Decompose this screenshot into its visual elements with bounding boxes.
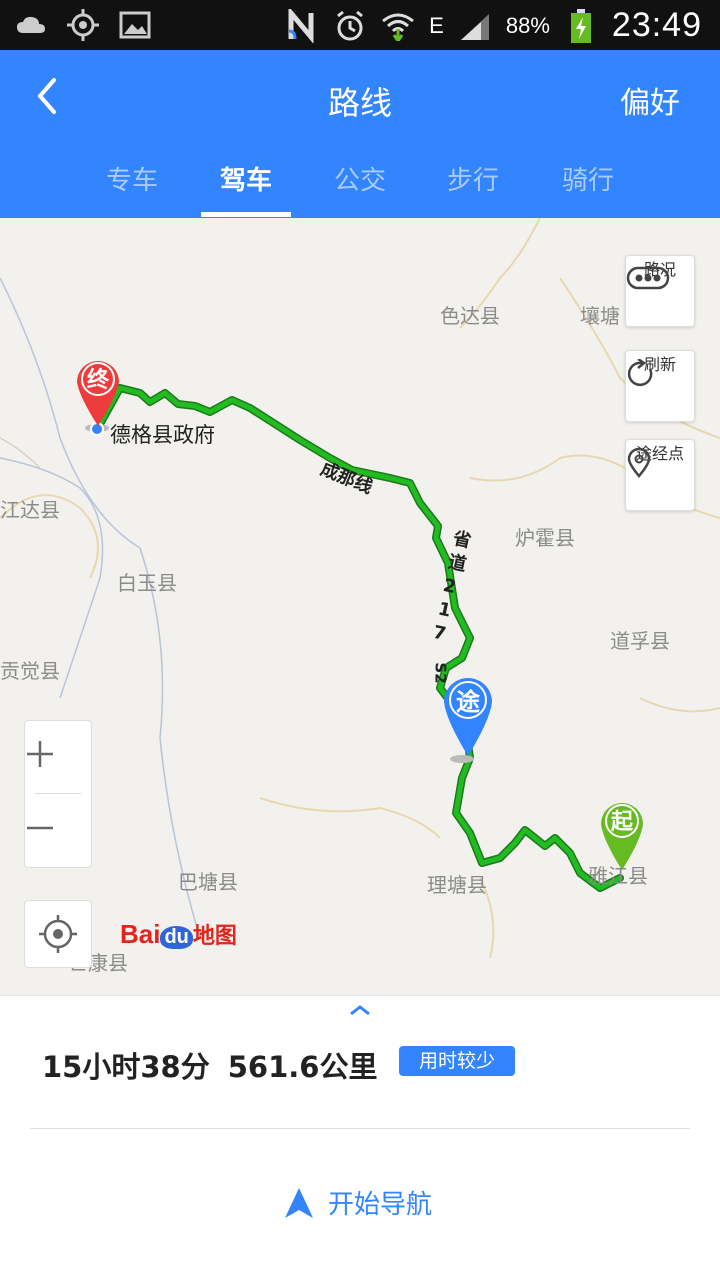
place-label: 炉霍县 bbox=[515, 526, 575, 550]
place-label: 贡觉县 bbox=[0, 659, 60, 683]
tab-transit[interactable]: 公交 bbox=[305, 160, 415, 197]
image-icon bbox=[118, 8, 152, 42]
route-duration: 15小时38分 bbox=[42, 1050, 210, 1084]
tab-walking[interactable]: 步行 bbox=[418, 160, 528, 197]
traffic-button[interactable]: 路况 bbox=[625, 255, 695, 327]
chevron-up-icon bbox=[350, 1005, 370, 1016]
location-pin-icon bbox=[627, 448, 651, 478]
zoom-divider bbox=[35, 793, 81, 794]
minus-icon bbox=[27, 826, 53, 830]
map-view[interactable]: 终 途 起 色达县 壤塘 德格县政府 江达县 炉霍县 白玉县 道孚县 贡觉县 巴… bbox=[0, 218, 720, 995]
place-label: 道孚县 bbox=[610, 629, 670, 653]
preferences-button[interactable]: 偏好 bbox=[620, 78, 680, 122]
end-marker-label: 终 bbox=[86, 368, 109, 393]
signal-icon bbox=[458, 9, 492, 43]
locate-button[interactable] bbox=[24, 900, 92, 968]
zoom-out-button[interactable] bbox=[25, 795, 91, 865]
navigation-arrow-icon bbox=[285, 1187, 313, 1218]
via-marker-label: 途 bbox=[456, 688, 480, 716]
divider bbox=[30, 1128, 690, 1129]
start-navigation-label: 开始导航 bbox=[328, 1190, 433, 1220]
active-tab-indicator bbox=[201, 212, 291, 217]
route-badge: 用时较少 bbox=[399, 1046, 515, 1076]
tab-cycling[interactable]: 骑行 bbox=[533, 160, 643, 197]
status-bar: E 88% 23:49 bbox=[0, 0, 720, 50]
gps-icon bbox=[66, 8, 100, 42]
traffic-icon bbox=[626, 266, 670, 290]
place-label: 理塘县 bbox=[427, 873, 487, 897]
page-title: 路线 bbox=[327, 84, 392, 122]
nfc-icon bbox=[285, 8, 319, 43]
end-marker[interactable]: 终 bbox=[73, 356, 123, 428]
place-label: 德格县政府 bbox=[110, 423, 215, 447]
route-summary: 15小时38分 561.6公里 bbox=[42, 1044, 395, 1086]
mode-tabs: 专车 驾车 公交 步行 骑行 bbox=[0, 150, 720, 218]
zoom-in-button[interactable] bbox=[25, 721, 91, 791]
place-label: 江达县 bbox=[0, 498, 60, 522]
place-label: 巴塘县 bbox=[178, 870, 238, 894]
tab-car-hailing[interactable]: 专车 bbox=[77, 160, 187, 197]
route-summary-panel: 15小时38分 561.6公里 用时较少 开始导航 bbox=[0, 995, 720, 1281]
route-distance: 561.6公里 bbox=[227, 1050, 378, 1084]
cloud-icon bbox=[14, 8, 48, 42]
place-label: 白玉县 bbox=[117, 571, 177, 595]
start-navigation-button[interactable]: 开始导航 bbox=[282, 1184, 432, 1221]
refresh-icon bbox=[627, 359, 653, 387]
wifi-icon bbox=[381, 9, 415, 43]
battery-icon bbox=[564, 8, 598, 43]
plus-icon bbox=[27, 741, 53, 767]
via-marker[interactable]: 途 bbox=[440, 674, 496, 758]
zoom-control bbox=[24, 720, 92, 868]
start-marker-label: 起 bbox=[610, 810, 633, 835]
clock: 23:49 bbox=[611, 6, 702, 44]
alarm-icon bbox=[333, 9, 367, 43]
refresh-button[interactable]: 刷新 bbox=[625, 350, 695, 422]
header: 路线 偏好 专车 驾车 公交 步行 骑行 bbox=[0, 50, 720, 218]
tab-driving[interactable]: 驾车 bbox=[191, 160, 301, 197]
crosshair-icon bbox=[39, 915, 77, 953]
waypoint-button[interactable]: 途经点 bbox=[625, 439, 695, 511]
road-label: S2 bbox=[431, 662, 450, 684]
expand-button[interactable] bbox=[340, 1000, 380, 1020]
network-type: E bbox=[429, 12, 444, 38]
place-label: 壤塘 bbox=[580, 304, 620, 328]
place-label: 色达县 bbox=[440, 304, 500, 328]
battery-percent: 88% bbox=[505, 12, 550, 38]
baidu-map-logo: Bai du 地图 bbox=[120, 919, 237, 949]
place-label: 雅江县 bbox=[588, 864, 648, 888]
